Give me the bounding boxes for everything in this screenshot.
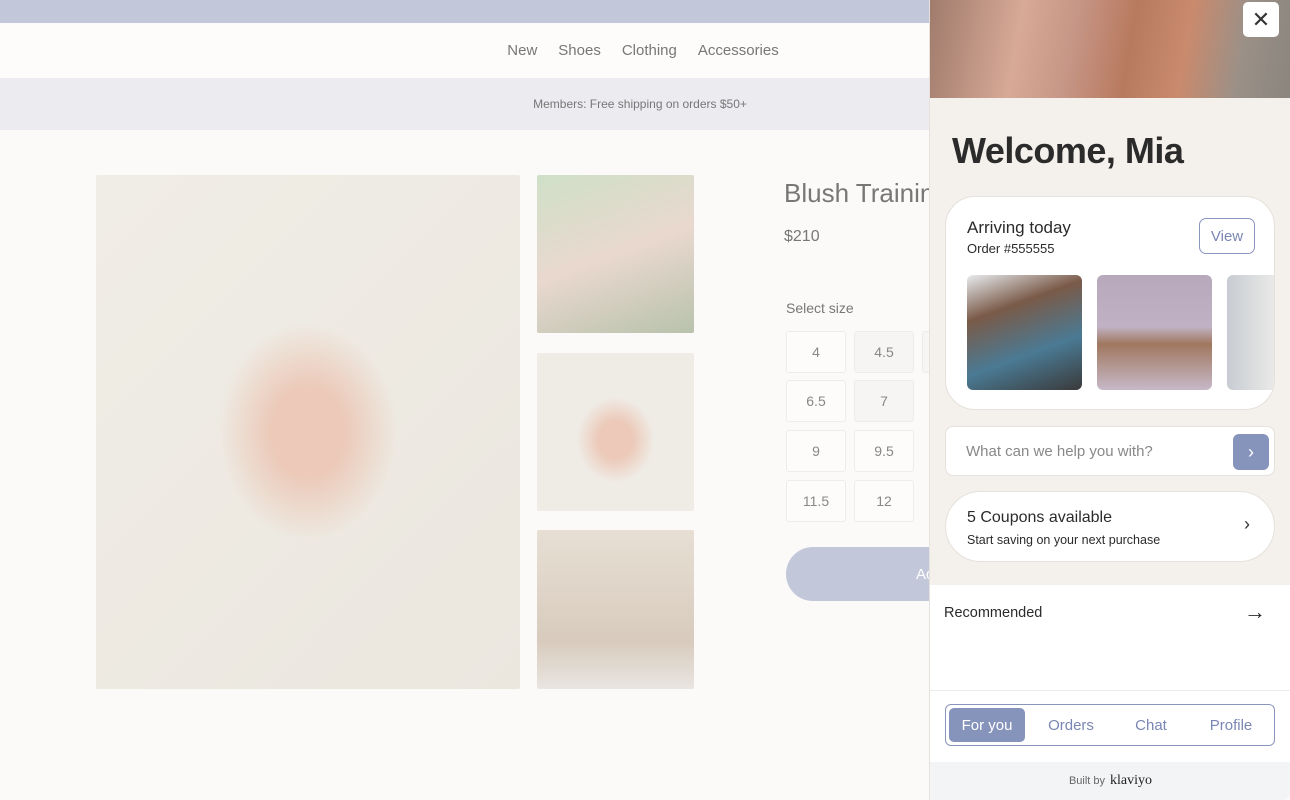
order-item-image[interactable] bbox=[967, 275, 1082, 390]
coupons-title: 5 Coupons available bbox=[967, 509, 1112, 526]
chevron-right-icon: › bbox=[1248, 441, 1254, 462]
recommended-title: Recommended bbox=[944, 605, 1043, 621]
recommended-section: Recommended → bbox=[930, 585, 1290, 691]
chat-input[interactable] bbox=[966, 427, 1226, 475]
tab-profile[interactable]: Profile bbox=[1191, 708, 1271, 742]
tab-bar: For you Orders Chat Profile bbox=[945, 704, 1275, 746]
product-thumbnail[interactable] bbox=[537, 530, 694, 689]
order-item-image[interactable] bbox=[1227, 275, 1274, 390]
klaviyo-panel: ✕ Welcome, Mia Arriving today Order #555… bbox=[929, 0, 1290, 800]
size-option[interactable]: 12 bbox=[854, 480, 914, 522]
tab-for-you[interactable]: For you bbox=[949, 708, 1025, 742]
close-button[interactable]: ✕ bbox=[1243, 2, 1279, 37]
tab-orders[interactable]: Orders bbox=[1031, 708, 1111, 742]
tab-bar-section: For you Orders Chat Profile bbox=[930, 691, 1290, 762]
size-option[interactable]: 7 bbox=[854, 380, 914, 422]
hero-image bbox=[930, 0, 1290, 98]
product-title: Blush Trainin bbox=[784, 178, 935, 208]
klaviyo-logo[interactable]: klaviyo bbox=[1110, 773, 1152, 789]
welcome-heading: Welcome, Mia bbox=[952, 130, 1184, 171]
send-button[interactable]: › bbox=[1233, 434, 1269, 470]
nav-new[interactable]: New bbox=[507, 42, 537, 59]
size-option[interactable]: 11.5 bbox=[786, 480, 846, 522]
built-by-text: Built by bbox=[1068, 775, 1106, 787]
size-label: Select size bbox=[786, 300, 854, 316]
nav-shoes[interactable]: Shoes bbox=[558, 42, 601, 59]
chevron-right-icon: › bbox=[1244, 514, 1250, 534]
close-icon: ✕ bbox=[1251, 6, 1271, 32]
arrow-right-icon[interactable]: → bbox=[1244, 599, 1266, 625]
size-option[interactable]: 9 bbox=[786, 430, 846, 472]
order-status: Arriving today bbox=[967, 218, 1071, 237]
product-thumbnail[interactable] bbox=[537, 175, 694, 333]
coupons-card[interactable]: 5 Coupons available Start saving on your… bbox=[945, 491, 1275, 562]
nav-clothing[interactable]: Clothing bbox=[622, 42, 677, 59]
product-thumbnail[interactable] bbox=[537, 353, 694, 511]
size-option[interactable]: 4 bbox=[786, 331, 846, 373]
tab-chat[interactable]: Chat bbox=[1111, 708, 1191, 742]
order-card: Arriving today Order #555555 View bbox=[945, 196, 1275, 410]
coupons-subtitle: Start saving on your next purchase bbox=[967, 533, 1161, 547]
order-item-image[interactable] bbox=[1097, 275, 1212, 390]
chat-input-box: › bbox=[945, 426, 1275, 476]
nav-accessories[interactable]: Accessories bbox=[698, 42, 779, 59]
product-main-image bbox=[96, 175, 520, 689]
view-order-button[interactable]: View bbox=[1199, 218, 1255, 254]
size-option[interactable]: 9.5 bbox=[854, 430, 914, 472]
order-number: Order #555555 bbox=[967, 241, 1055, 256]
size-option[interactable]: 6.5 bbox=[786, 380, 846, 422]
size-option[interactable]: 4.5 bbox=[854, 331, 914, 373]
footer: Built by klaviyo bbox=[930, 762, 1290, 800]
product-price: $210 bbox=[784, 228, 820, 245]
